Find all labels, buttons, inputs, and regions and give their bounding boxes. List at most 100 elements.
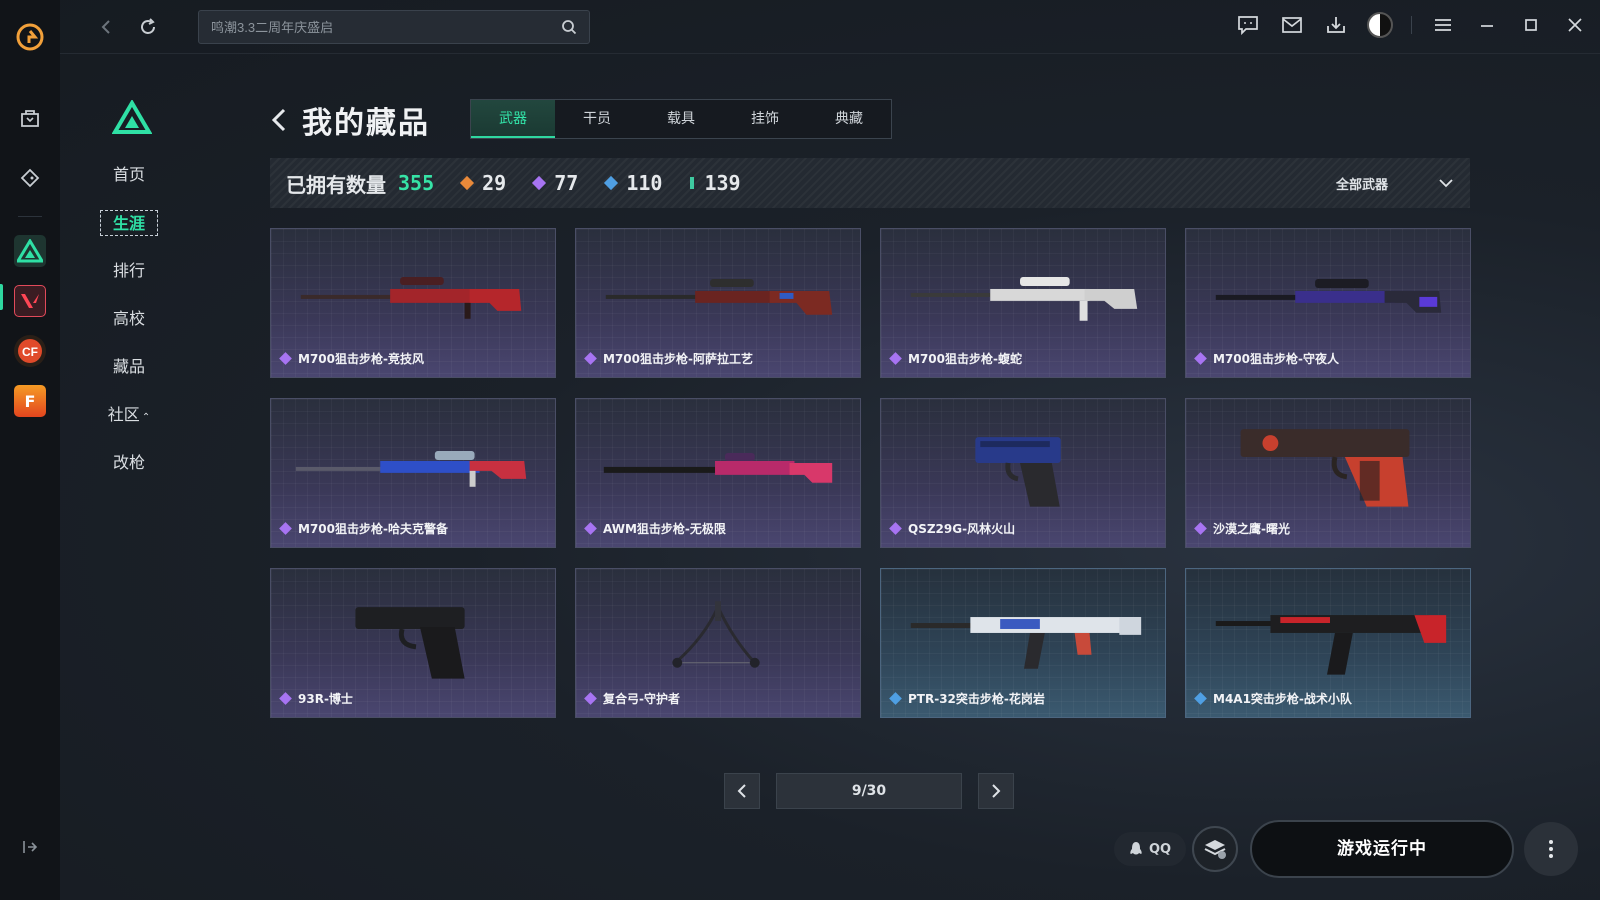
minimize-icon[interactable] — [1474, 12, 1500, 38]
stat-purple: 77 — [532, 171, 579, 195]
back-arrow-icon[interactable] — [94, 15, 118, 39]
assault-rifle-icon — [910, 617, 1142, 669]
weapon-label: PTR-32突击步枪-花岗岩 — [889, 690, 1045, 707]
tab-charms[interactable]: 挂饰 — [723, 100, 807, 138]
weapon-name: M700狙击步枪-哈夫克警备 — [298, 522, 448, 536]
maximize-icon[interactable] — [1518, 12, 1544, 38]
collapse-sidebar-icon[interactable] — [21, 838, 39, 860]
svg-text:CF: CF — [22, 345, 38, 359]
qq-button[interactable]: QQ — [1114, 832, 1186, 866]
stat-green: 139 — [690, 171, 741, 195]
tab-weapons[interactable]: 武器 — [471, 100, 555, 138]
refresh-icon[interactable] — [136, 15, 160, 39]
tab-vehicles[interactable]: 载具 — [639, 100, 723, 138]
sidebar-item-community[interactable]: 社区 ⌃ — [100, 402, 158, 428]
purple-rarity-icon — [1194, 352, 1207, 365]
page-indicator: 9/30 — [776, 773, 962, 809]
weapon-card[interactable]: M700狙击步枪-守夜人 — [1185, 228, 1471, 378]
tab-archive[interactable]: 典藏 — [807, 100, 891, 138]
next-page-button[interactable] — [978, 773, 1014, 809]
valorant-game-icon[interactable] — [14, 285, 46, 317]
weapon-name: M700狙击步枪-阿萨拉工艺 — [603, 352, 753, 366]
assault-rifle-icon — [1215, 615, 1447, 675]
collection-tabs: 武器 干员 载具 挂饰 典藏 — [470, 99, 892, 139]
weapon-name: M700狙击步枪-蝮蛇 — [908, 352, 1022, 366]
weapon-card[interactable]: M700狙击步枪-蝮蛇 — [880, 228, 1166, 378]
weapon-card[interactable]: M700狙击步枪-竞技风 — [270, 228, 556, 378]
purple-rarity-icon — [584, 692, 597, 705]
weapon-name: M700狙击步枪-竞技风 — [298, 352, 424, 366]
sidebar-item-home[interactable]: 首页 — [100, 162, 158, 188]
weapon-filter-dropdown[interactable]: 全部武器 — [1336, 174, 1454, 193]
sniper-rifle-icon — [1215, 279, 1442, 313]
purple-gem-icon — [532, 175, 547, 191]
store-icon[interactable] — [10, 98, 50, 138]
top-bar — [60, 0, 1600, 54]
search-icon[interactable] — [561, 19, 577, 35]
sidebar-item-ranking[interactable]: 排行 — [100, 258, 158, 284]
qq-label: QQ — [1148, 841, 1172, 857]
fps-game-icon[interactable]: F — [14, 385, 46, 417]
prev-page-button[interactable] — [724, 773, 760, 809]
delta-force-logo-icon — [111, 99, 153, 134]
weapon-label: M4A1突击步枪-战术小队 — [1194, 690, 1352, 707]
chevron-up-icon: ⌃ — [141, 412, 151, 423]
back-icon[interactable] — [270, 100, 296, 140]
pistol-icon — [355, 607, 465, 679]
crossfire-game-icon[interactable]: CF — [14, 335, 46, 367]
weapon-card[interactable]: PTR-32突击步枪-花岗岩 — [880, 568, 1166, 718]
weapon-card[interactable]: M4A1突击步枪-战术小队 — [1185, 568, 1471, 718]
weapon-label: M700狙击步枪-守夜人 — [1194, 350, 1339, 367]
close-icon[interactable] — [1562, 12, 1588, 38]
compound-bow-icon — [672, 601, 760, 668]
sidebar-item-collection[interactable]: 藏品 — [100, 354, 158, 380]
user-avatar[interactable] — [1367, 12, 1393, 38]
accelerator-button[interactable] — [1192, 826, 1238, 872]
weapon-card[interactable]: 93R-博士 — [270, 568, 556, 718]
search-input[interactable] — [211, 19, 561, 35]
blue-gem-icon — [604, 175, 619, 191]
weapon-label: M700狙击步枪-阿萨拉工艺 — [584, 350, 753, 367]
page-title: 我的藏品 — [302, 106, 430, 141]
sidebar-item-career[interactable]: 生涯 — [100, 210, 158, 236]
download-icon[interactable] — [1323, 12, 1349, 38]
sniper-rifle-icon — [603, 453, 833, 483]
weapon-name: 沙漠之鹰-曙光 — [1213, 522, 1290, 536]
blue-rarity-icon — [1194, 692, 1207, 705]
app-logo-icon[interactable] — [15, 22, 45, 52]
weapon-grid: M700狙击步枪-竞技风 M700狙击步枪-阿萨拉工艺 M700狙击步枪-蝮蛇 — [270, 228, 1471, 718]
chevron-down-icon — [1439, 179, 1453, 188]
gamepad-icon[interactable] — [10, 158, 50, 198]
more-vertical-icon — [1549, 840, 1553, 858]
weapon-filter-label: 全部武器 — [1335, 177, 1388, 193]
chevron-right-icon — [992, 784, 1001, 798]
sidebar-item-college[interactable]: 高校 — [100, 306, 158, 332]
mail-icon[interactable] — [1279, 12, 1305, 38]
purple-rarity-icon — [279, 522, 292, 535]
pistol-icon — [975, 437, 1061, 507]
sniper-rifle-icon — [300, 277, 522, 319]
blue-rarity-icon — [889, 692, 902, 705]
more-options-button[interactable] — [1524, 822, 1578, 876]
collection-stats-bar: 已拥有数量 355 29 77 110 139 全部武器 — [270, 158, 1470, 208]
weapon-name: QSZ29G-风林火山 — [908, 522, 1016, 536]
weapon-card[interactable]: M700狙击步枪-哈夫克警备 — [270, 398, 556, 548]
weapon-card[interactable]: 复合弓-守护者 — [575, 568, 861, 718]
search-box[interactable] — [198, 10, 590, 44]
sidebar-item-gun-mod[interactable]: 改枪 — [100, 450, 158, 476]
game-running-button[interactable]: 游戏运行中 — [1250, 820, 1514, 878]
purple-rarity-icon — [584, 522, 597, 535]
weapon-card[interactable]: AWM狙击步枪-无极限 — [575, 398, 861, 548]
weapon-card[interactable]: M700狙击步枪-阿萨拉工艺 — [575, 228, 861, 378]
active-game-marker — [0, 284, 3, 310]
orange-gem-icon — [460, 175, 475, 191]
tab-operators[interactable]: 干员 — [555, 100, 639, 138]
menu-icon[interactable] — [1430, 12, 1456, 38]
weapon-label: 93R-博士 — [279, 690, 353, 707]
weapon-card[interactable]: 沙漠之鹰-曙光 — [1185, 398, 1471, 548]
weapon-card[interactable]: QSZ29G-风林火山 — [880, 398, 1166, 548]
weapon-name: 93R-博士 — [298, 692, 353, 706]
delta-force-game-icon[interactable] — [14, 235, 46, 267]
chat-icon[interactable] — [1235, 12, 1261, 38]
purple-count: 77 — [554, 171, 579, 195]
